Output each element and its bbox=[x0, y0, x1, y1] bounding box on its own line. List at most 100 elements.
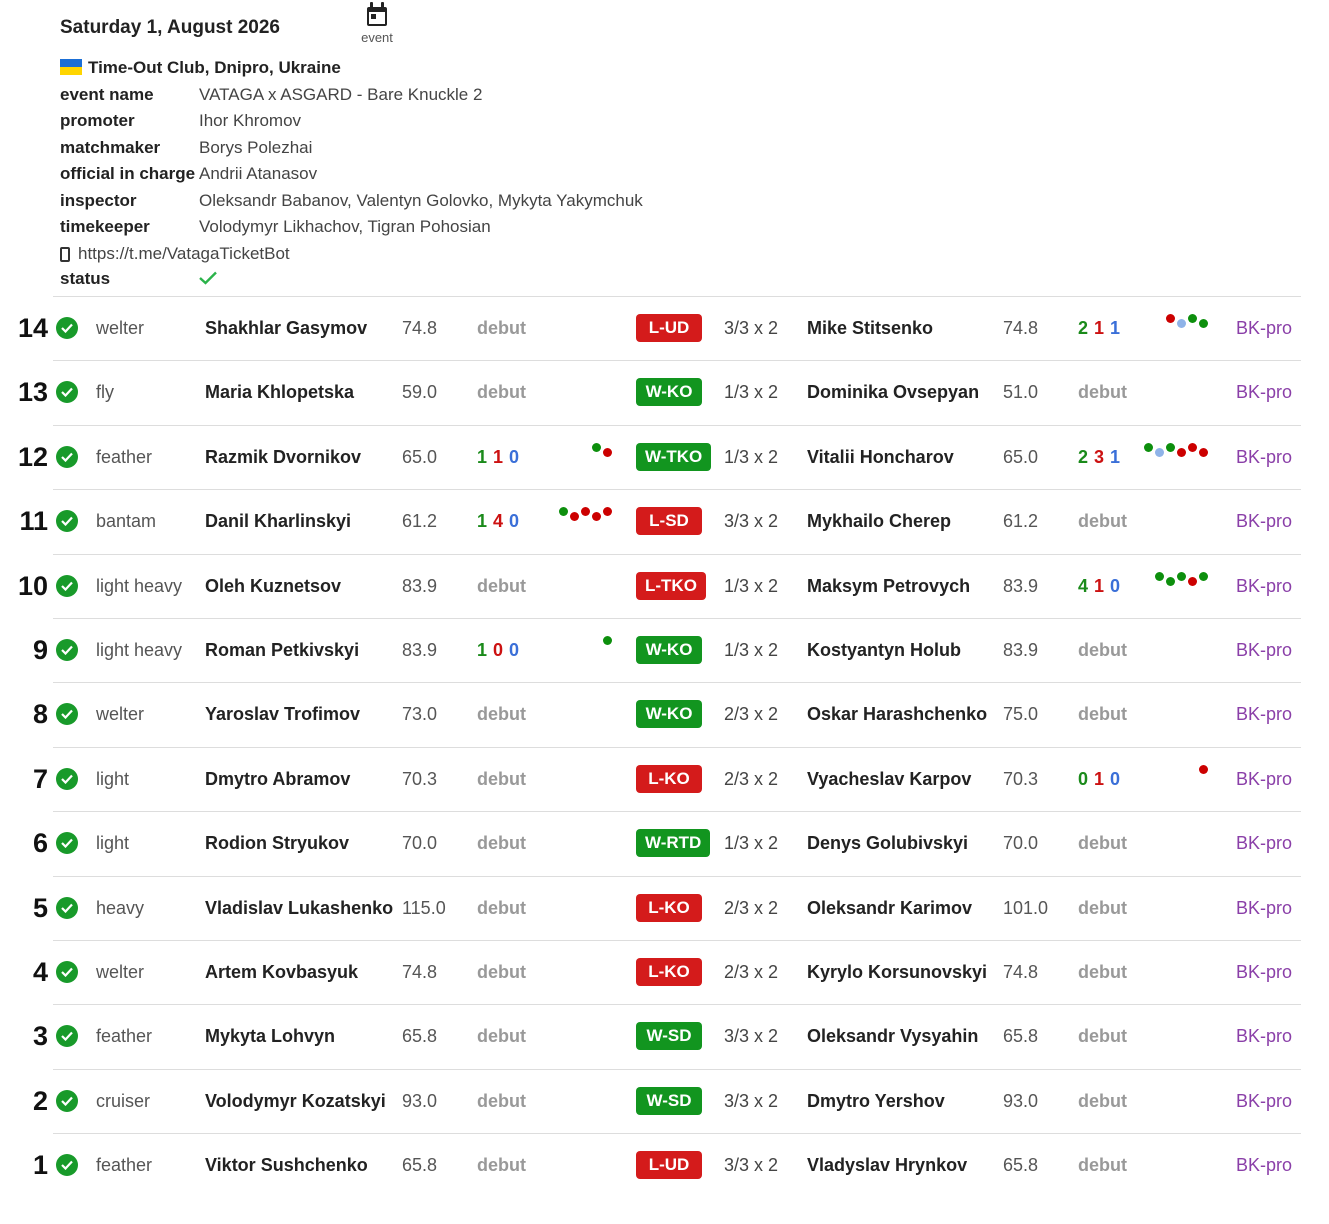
info-key: event name bbox=[60, 85, 154, 104]
fighter-1-name[interactable]: Mykyta Lohvyn bbox=[205, 1004, 395, 1068]
fighter-2-weight: 51.0 bbox=[1003, 381, 1039, 402]
fighter-1-name[interactable]: Roman Petkivskyi bbox=[205, 618, 395, 682]
debut-label: debut bbox=[1078, 510, 1127, 531]
weight-class: fly bbox=[96, 381, 114, 402]
weight-class: welter bbox=[96, 317, 145, 338]
record-losses: 0 bbox=[493, 639, 504, 660]
fighter-2-name[interactable]: Vitalii Honcharov bbox=[807, 425, 954, 489]
form-dot-loss bbox=[1199, 765, 1208, 774]
fighter-1-name[interactable]: Maria Khlopetska bbox=[205, 360, 395, 424]
form-dot-loss bbox=[603, 448, 612, 457]
bout-number: 11 bbox=[19, 505, 48, 536]
fighter-2-name[interactable]: Oleksandr Vysyahin bbox=[807, 1004, 978, 1068]
record-draws: 1 bbox=[1110, 446, 1121, 467]
result-badge: L-KO bbox=[636, 894, 702, 922]
fighter-1-name[interactable]: Danil Kharlinskyi bbox=[205, 489, 395, 553]
sport-link[interactable]: BK-pro bbox=[1236, 554, 1292, 618]
fighter-2-record: debut bbox=[1078, 682, 1127, 746]
fighter-1-record: debut bbox=[477, 682, 526, 746]
bout-status bbox=[56, 618, 80, 682]
fighter-1-name[interactable]: Yaroslav Trofimov bbox=[205, 682, 395, 746]
fighter-2-name[interactable]: Dominika Ovsepyan bbox=[807, 360, 979, 424]
record-draws: 0 bbox=[1110, 575, 1121, 596]
ticket-link-row[interactable]: https://t.me/VatagaTicketBot bbox=[60, 241, 290, 267]
record-wins: 1 bbox=[477, 510, 488, 531]
bout-format: 3/3 x 2 bbox=[724, 510, 779, 531]
sport-link[interactable]: BK-pro bbox=[1236, 940, 1292, 1004]
sport-link[interactable]: BK-pro bbox=[1236, 296, 1292, 360]
sport-link[interactable]: BK-pro bbox=[1236, 1133, 1292, 1197]
sport-link[interactable]: BK-pro bbox=[1236, 811, 1292, 875]
event-link[interactable]: event bbox=[356, 2, 398, 45]
debut-label: debut bbox=[1078, 897, 1127, 918]
fighter-1-name[interactable]: Oleh Kuznetsov bbox=[205, 554, 395, 618]
fighter-1-name[interactable]: Shakhlar Gasymov bbox=[205, 296, 395, 360]
bout-result: L-TKO bbox=[636, 554, 706, 618]
fighter-1-name[interactable]: Vladislav Lukashenko bbox=[205, 876, 395, 940]
fighter-2-name[interactable]: Mykhailo Cherep bbox=[807, 489, 951, 553]
bout-number: 3 bbox=[32, 1020, 48, 1051]
fighter-1-record: debut bbox=[477, 747, 526, 811]
record-losses: 1 bbox=[493, 446, 504, 467]
fighter-2-name[interactable]: Kyrylo Korsunovskyi bbox=[807, 940, 987, 1004]
venue: Time-Out Club, Dnipro, Ukraine bbox=[60, 58, 341, 78]
bout-row: 14 welter Shakhlar Gasymov 74.8 debut L-UD 3/3… bbox=[0, 296, 1329, 360]
fighter-2-name[interactable]: Maksym Petrovych bbox=[807, 554, 970, 618]
fighter-2-name[interactable]: Vyacheslav Karpov bbox=[807, 747, 971, 811]
fighter-1-name[interactable]: Rodion Stryukov bbox=[205, 811, 395, 875]
fighter-1-name[interactable]: Viktor Sushchenko bbox=[205, 1133, 395, 1197]
weight-class: welter bbox=[96, 703, 145, 724]
debut-label: debut bbox=[477, 575, 526, 596]
fighter-1-name[interactable]: Dmytro Abramov bbox=[205, 747, 395, 811]
status-label: status bbox=[60, 269, 111, 288]
sport-link[interactable]: BK-pro bbox=[1236, 489, 1292, 553]
bout-number: 7 bbox=[32, 763, 48, 794]
sport-link[interactable]: BK-pro bbox=[1236, 747, 1292, 811]
bout-format: 1/3 x 2 bbox=[724, 381, 779, 402]
fighter-2-name[interactable]: Mike Stitsenko bbox=[807, 296, 933, 360]
fighter-2-name[interactable]: Denys Golubivskyi bbox=[807, 811, 968, 875]
event-icon-label: event bbox=[361, 30, 393, 45]
fighter-2-record: debut bbox=[1078, 876, 1127, 940]
fighter-2-name[interactable]: Oskar Harashchenko bbox=[807, 682, 987, 746]
bout-result: W-KO bbox=[636, 360, 702, 424]
debut-label: debut bbox=[477, 961, 526, 982]
fighter-2-name[interactable]: Oleksandr Karimov bbox=[807, 876, 972, 940]
sport-link[interactable]: BK-pro bbox=[1236, 1069, 1292, 1133]
fighter-2-weight: 65.8 bbox=[1003, 1025, 1039, 1046]
check-circle-icon bbox=[56, 510, 78, 532]
ticket-link[interactable]: https://t.me/VatagaTicketBot bbox=[78, 244, 290, 263]
bout-format: 3/3 x 2 bbox=[724, 317, 779, 338]
fighter-2-name[interactable]: Vladyslav Hrynkov bbox=[807, 1133, 967, 1197]
sport-link[interactable]: BK-pro bbox=[1236, 618, 1292, 682]
sport-link[interactable]: BK-pro bbox=[1236, 425, 1292, 489]
fighter-1-weight: 74.8 bbox=[402, 317, 438, 338]
form-dot-loss bbox=[1177, 448, 1186, 457]
bout-number: 4 bbox=[32, 956, 48, 987]
fighter-2-name[interactable]: Dmytro Yershov bbox=[807, 1069, 945, 1133]
fighter-2-name[interactable]: Kostyantyn Holub bbox=[807, 618, 961, 682]
bout-format: 1/3 x 2 bbox=[724, 446, 779, 467]
fighter-1-name[interactable]: Artem Kovbasyuk bbox=[205, 940, 395, 1004]
info-value: Volodymyr Likhachov, Tigran Pohosian bbox=[199, 217, 491, 236]
sport-link[interactable]: BK-pro bbox=[1236, 876, 1292, 940]
fighter-2-weight: 93.0 bbox=[1003, 1090, 1039, 1111]
sport-link[interactable]: BK-pro bbox=[1236, 360, 1292, 424]
bout-number: 8 bbox=[32, 698, 48, 729]
debut-label: debut bbox=[477, 317, 526, 338]
fighter-1-name[interactable]: Razmik Dvornikov bbox=[205, 425, 395, 489]
record-wins: 2 bbox=[1078, 446, 1089, 467]
sport-link[interactable]: BK-pro bbox=[1236, 1004, 1292, 1068]
record-draws: 0 bbox=[1110, 768, 1121, 789]
sport-link[interactable]: BK-pro bbox=[1236, 682, 1292, 746]
form-dot-draw bbox=[1155, 448, 1164, 457]
info-value: VATAGA x ASGARD - Bare Knuckle 2 bbox=[199, 85, 483, 104]
form-dot-win bbox=[592, 443, 601, 452]
fighter-1-name[interactable]: Volodymyr Kozatskyi bbox=[205, 1069, 395, 1133]
result-badge: W-KO bbox=[636, 700, 702, 728]
fighter-2-record: 010 bbox=[1078, 747, 1120, 811]
bout-row: 9 light heavy Roman Petkivskyi 83.9 1 0 0 W-KO 1… bbox=[0, 618, 1329, 682]
fighter-2-record: debut bbox=[1078, 1133, 1127, 1197]
record-draws: 1 bbox=[1110, 317, 1121, 338]
debut-label: debut bbox=[477, 703, 526, 724]
